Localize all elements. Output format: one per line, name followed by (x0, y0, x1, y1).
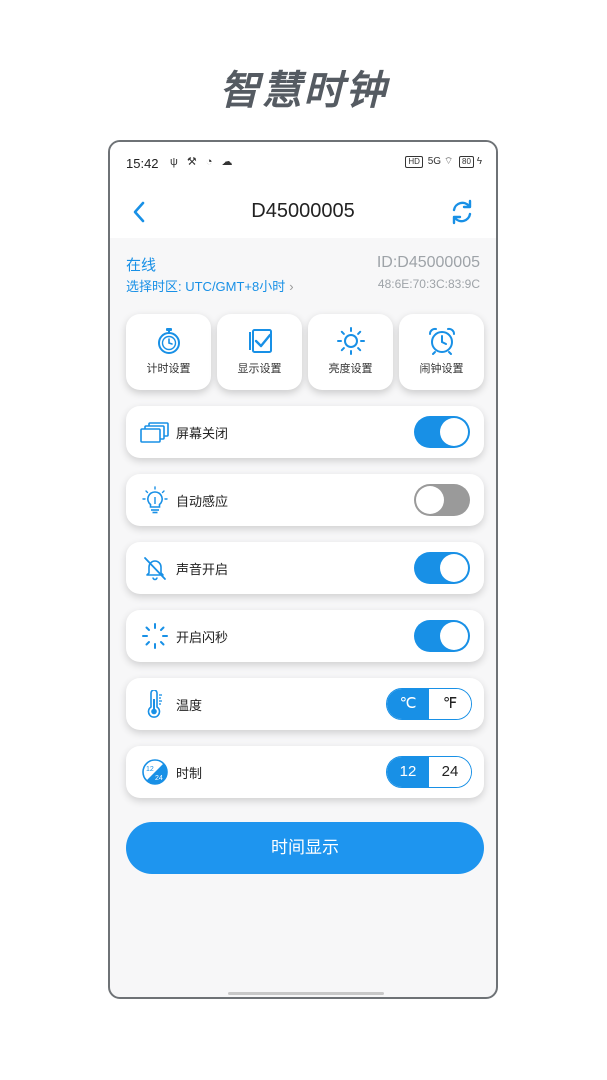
tile-alarm-settings[interactable]: 闹钟设置 (399, 314, 484, 390)
toggle-knob (416, 486, 444, 514)
online-status: 在线 (126, 257, 157, 274)
12-hour-option[interactable]: 12 (387, 757, 429, 787)
sound-label: 声音开启 (176, 563, 229, 578)
auto-sense-toggle[interactable] (414, 484, 470, 516)
chevron-right-icon: › (289, 279, 294, 294)
promo-title: 智慧时钟 (219, 68, 388, 114)
toggle-knob (440, 418, 468, 446)
tile-timer-settings[interactable]: 计时设置 (126, 314, 211, 390)
status-bar: 15:42 ψ ⚒ ◔ ☁ HD 5G ⌔ 80 ϟ (110, 142, 496, 186)
charging-icon: ϟ (476, 156, 482, 167)
flash-seconds-toggle[interactable] (414, 620, 470, 652)
hour-format-selector: 12 24 (386, 756, 472, 788)
thermometer-icon (147, 690, 162, 718)
settings-tiles: 计时设置 显示设置 亮度设置 闹钟设置 (126, 314, 484, 390)
display-check-icon (249, 329, 272, 353)
tile-label: 闹钟设置 (419, 362, 464, 375)
24-hour-option[interactable]: 24 (429, 757, 471, 787)
timezone-label: 选择时区: UTC/GMT+8小时 (126, 279, 286, 294)
tile-label: 显示设置 (237, 362, 282, 375)
hour-format-label: 时制 (176, 767, 203, 782)
svg-text:24: 24 (155, 775, 163, 782)
phone-frame: 15:42 ψ ⚒ ◔ ☁ HD 5G ⌔ 80 ϟ D45000005 在线 (108, 140, 498, 999)
sun-icon (337, 327, 365, 355)
wifi-icon: ⌔ (443, 156, 454, 167)
battery-icon: 80 (459, 156, 474, 168)
page-title: D45000005 (251, 200, 355, 222)
mac-address: 48:6E:70:3C:83:9C (377, 277, 480, 291)
setting-row-sound: 声音开启 (126, 542, 484, 594)
loading-spinner-icon (142, 623, 168, 649)
tile-label: 计时设置 (146, 362, 191, 375)
signal-5g-icon: 5G (427, 156, 442, 167)
status-time: 15:42 (126, 156, 159, 171)
nav-bar: D45000005 (110, 186, 496, 238)
auto-sense-label: 自动感应 (176, 495, 229, 510)
12-24-icon: 12 24 (142, 759, 168, 785)
temperature-label: 温度 (176, 699, 203, 714)
tile-display-settings[interactable]: 显示设置 (217, 314, 302, 390)
timezone-selector[interactable]: 选择时区: UTC/GMT+8小时 › (126, 276, 294, 295)
toggle-knob (440, 554, 468, 582)
tile-brightness-settings[interactable]: 亮度设置 (308, 314, 393, 390)
time-display-button[interactable]: 时间显示 (126, 822, 484, 874)
screen-off-toggle[interactable] (414, 416, 470, 448)
status-notification-icons: ψ ⚒ ◔ ☁ (170, 156, 236, 168)
stopwatch-icon (158, 328, 180, 354)
device-id: ID:D45000005 (376, 254, 480, 271)
sound-toggle[interactable] (414, 552, 470, 584)
alarm-clock-icon (429, 327, 455, 355)
setting-row-flash-seconds: 开启闪秒 (126, 610, 484, 662)
flash-seconds-label: 开启闪秒 (176, 631, 229, 646)
home-indicator[interactable] (228, 992, 384, 995)
fahrenheit-option[interactable]: ℉ (429, 689, 471, 719)
setting-row-temperature: 温度 ℃ ℉ (126, 678, 484, 730)
screen-off-label: 屏幕关闭 (176, 427, 229, 442)
toggle-knob (440, 622, 468, 650)
celsius-option[interactable]: ℃ (387, 689, 429, 719)
device-info: 在线 选择时区: UTC/GMT+8小时 › ID:D45000005 48:6E… (110, 240, 496, 300)
setting-row-screen-off: 屏幕关闭 (126, 406, 484, 458)
svg-text:12: 12 (146, 766, 154, 773)
screens-icon (140, 422, 169, 443)
bell-off-icon (144, 557, 166, 581)
setting-row-hour-format: 12 24 时制 12 24 (126, 746, 484, 798)
temperature-unit-selector: ℃ ℉ (386, 688, 472, 720)
status-system-icons: HD 5G ⌔ 80 ϟ (405, 155, 482, 168)
hd-icon: HD (405, 156, 423, 168)
sync-icon (452, 199, 472, 225)
sync-button[interactable] (448, 198, 476, 226)
bulb-icon (142, 486, 168, 514)
setting-row-auto-sense: 自动感应 (126, 474, 484, 526)
tile-label: 亮度设置 (328, 362, 373, 375)
